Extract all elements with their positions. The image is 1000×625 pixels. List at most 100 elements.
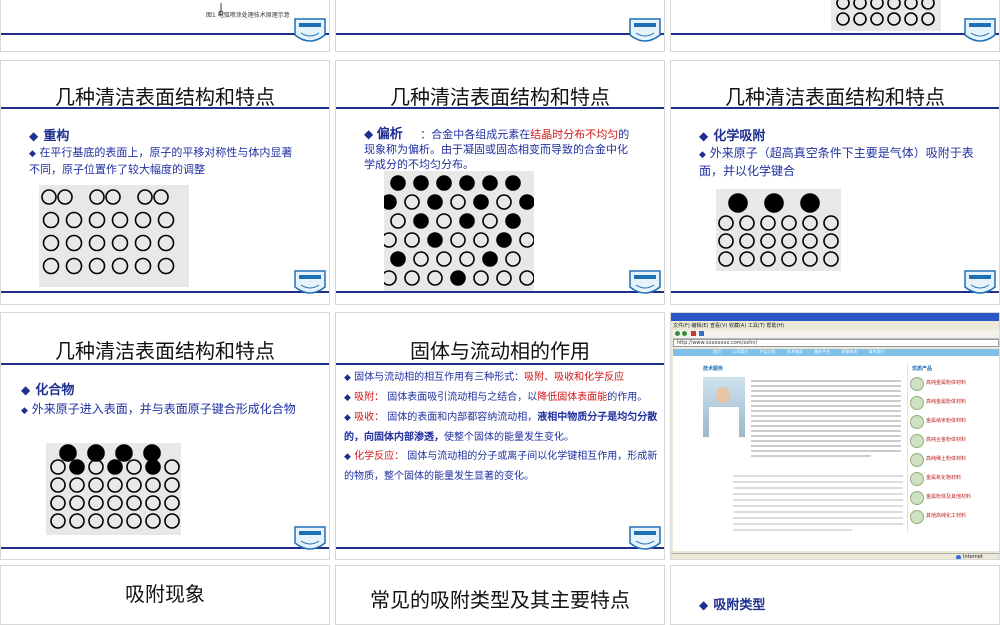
- lattice-atom: [887, 0, 901, 10]
- bullet-heading: 重构: [43, 129, 70, 144]
- lattice-atom: [88, 234, 106, 252]
- lattice-atom: [88, 211, 106, 229]
- lattice-atom: [473, 232, 489, 248]
- foreign-atom: [459, 175, 475, 191]
- back-icon[interactable]: [675, 331, 680, 336]
- lattice-atom: [781, 233, 797, 249]
- lattice-atom: [42, 234, 60, 252]
- foreign-atom: [384, 194, 397, 210]
- section-title: 技术服务: [703, 366, 724, 372]
- sidebar-product-item[interactable]: 金属氧化物材料: [910, 471, 994, 490]
- paragraph: ◆ 吸附： 固体表面吸引流动相与之结合，以降低固体表面能的作用。: [344, 392, 648, 403]
- nav-item[interactable]: 联系我们: [869, 349, 885, 354]
- slide-divider: [1, 291, 329, 293]
- product-thumb-icon: [910, 434, 924, 448]
- lattice-atom: [57, 189, 73, 205]
- sidebar-title: 优质产品: [912, 366, 933, 372]
- sidebar-product-item[interactable]: 高纯合金粉体材料: [910, 433, 994, 452]
- atom-lattice-image: [46, 443, 181, 535]
- product-label: 其他高纯化工材料: [926, 513, 967, 519]
- sidebar-product-item[interactable]: 高纯金属粉体材料: [910, 395, 994, 414]
- lattice-atom: [107, 495, 123, 511]
- lattice-atom: [69, 513, 85, 529]
- sidebar-product-item[interactable]: 高纯金属粉体材料: [910, 376, 994, 395]
- sidebar-product-item[interactable]: 金属纳米粉体材料: [910, 414, 994, 433]
- lattice-atom: [69, 495, 85, 511]
- foreign-atom: [482, 251, 498, 267]
- lattice-atom: [853, 12, 867, 26]
- lattice-atom: [42, 257, 60, 275]
- foreign-atom: [87, 444, 105, 462]
- foreign-atom: [505, 175, 521, 191]
- bullet-icon: ◆: [29, 149, 36, 159]
- foreign-atom: [450, 270, 466, 286]
- sidebar-product-item[interactable]: 金属粉体及其他材料: [910, 490, 994, 509]
- foreign-atom: [496, 232, 512, 248]
- forward-icon[interactable]: [682, 331, 687, 336]
- lattice-atom: [450, 194, 466, 210]
- nav-item[interactable]: 首页: [713, 349, 721, 354]
- stop-icon[interactable]: [691, 331, 696, 336]
- lattice-atom: [88, 513, 104, 529]
- foreign-atom: [145, 459, 161, 475]
- menu-item[interactable]: 帮助(H): [766, 323, 784, 329]
- lattice-atom: [134, 257, 152, 275]
- lattice-atom: [760, 215, 776, 231]
- refresh-icon[interactable]: [699, 331, 704, 336]
- lattice-atom: [384, 270, 397, 286]
- nav-item[interactable]: 服务平台: [814, 349, 830, 354]
- menu-item[interactable]: 编辑(E): [691, 323, 708, 329]
- lattice-atom: [384, 232, 397, 248]
- photo-face: [716, 387, 730, 403]
- product-label: 金属氧化物材料: [926, 475, 962, 481]
- slide-adsorption-category: ◆ 吸附类型: [670, 565, 1000, 625]
- lattice-atom: [404, 194, 420, 210]
- bullet-heading: 吸附类型: [713, 598, 766, 613]
- slide-title: 几种清洁表面结构和特点: [55, 85, 275, 109]
- lattice-atom: [887, 12, 901, 26]
- product-label: 金属纳米粉体材料: [926, 418, 967, 424]
- foreign-atom: [59, 444, 77, 462]
- lattice-atom: [88, 257, 106, 275]
- slide-title: 几种清洁表面结构和特点: [55, 339, 275, 363]
- lattice-atom: [436, 213, 452, 229]
- lattice-atom: [164, 459, 180, 475]
- atom-lattice-image: [716, 189, 841, 271]
- foreign-atom: [728, 193, 748, 213]
- slide-compound: 几种清洁表面结构和特点 ◆ 化合物 ◆ 外来原子进入表面，并与表面原子键合形成化…: [0, 312, 330, 560]
- foreign-atom: [764, 193, 784, 213]
- nav-item[interactable]: 产品介绍: [760, 349, 776, 354]
- menu-item[interactable]: 文件(F): [673, 323, 690, 329]
- product-label: 金属粉体及其他材料: [926, 494, 972, 500]
- slide-electric-arc: 图1 电弧喷涂处理技术原理示意: [0, 0, 330, 52]
- lattice-atom: [145, 477, 161, 493]
- sidebar-product-item[interactable]: 其他高纯化工材料: [910, 509, 994, 528]
- nav-item[interactable]: 质量体系: [841, 349, 857, 354]
- lattice-atom: [921, 12, 935, 26]
- lattice-atom: [126, 495, 142, 511]
- lattice-atom: [134, 234, 152, 252]
- lattice-atom: [853, 0, 867, 10]
- sidebar-product-item[interactable]: 高纯稀土粉体材料: [910, 452, 994, 471]
- lattice-atom: [450, 232, 466, 248]
- menu-item[interactable]: 查看(V): [710, 323, 727, 329]
- window-titlebar: [671, 313, 999, 321]
- slide-top-middle: [335, 0, 665, 52]
- lattice-atom: [823, 251, 839, 267]
- bullet-icon: ◆: [21, 406, 28, 416]
- site-nav: 首页 公司简介 产品介绍 技术服务 服务平台 质量体系 联系我们: [673, 349, 999, 356]
- nav-item[interactable]: 技术服务: [787, 349, 803, 354]
- foreign-atom: [69, 459, 85, 475]
- address-bar[interactable]: http://www.xxxxxxxx.com/xxhn/: [673, 339, 999, 347]
- slide-divider: [1, 547, 329, 549]
- lattice-atom: [760, 251, 776, 267]
- lattice-atom: [921, 0, 935, 10]
- lattice-atom: [137, 189, 153, 205]
- lattice-atom: [65, 257, 83, 275]
- lattice-atom: [111, 211, 129, 229]
- lattice-atom: [88, 495, 104, 511]
- menu-item[interactable]: 收藏(A): [729, 323, 746, 329]
- menu-item[interactable]: 工具(T): [748, 323, 765, 329]
- nav-item[interactable]: 公司简介: [732, 349, 748, 354]
- title-underline: [671, 107, 999, 109]
